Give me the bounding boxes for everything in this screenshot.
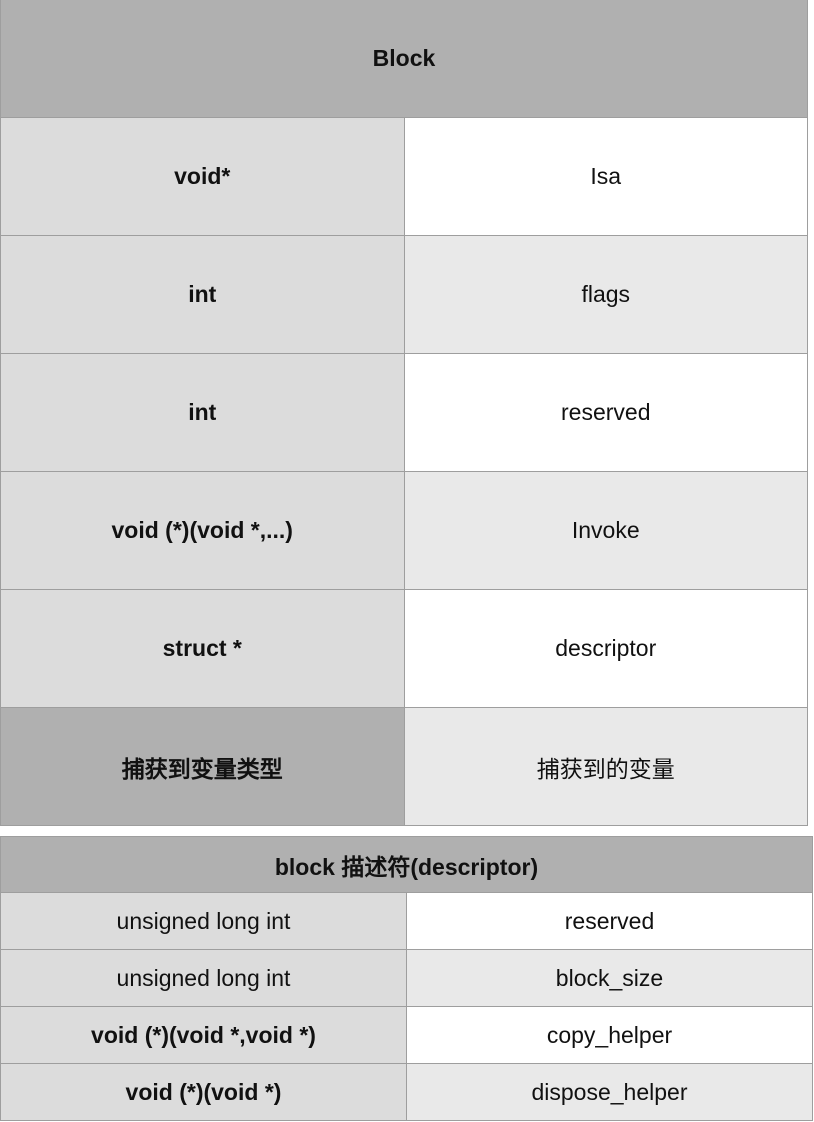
descriptor-struct-table: block 描述符(descriptor) unsigned long int … [0, 836, 813, 1121]
field-type-cell: int [0, 235, 405, 354]
field-type-cell: void* [0, 117, 405, 236]
field-name-cell: copy_helper [406, 1006, 813, 1064]
table-row: unsigned long int reserved [0, 892, 813, 950]
table-row: 捕获到变量类型 捕获到的变量 [0, 707, 808, 826]
block-table-header-row: Block [0, 0, 808, 118]
field-name-cell: Invoke [403, 471, 808, 590]
block-table-title: Block [0, 0, 808, 118]
field-name-cell: Isa [403, 117, 808, 236]
table-row: int flags [0, 235, 808, 354]
field-name-cell: flags [403, 235, 808, 354]
field-type-cell: struct * [0, 589, 405, 708]
field-name-cell: block_size [406, 949, 813, 1007]
table-row: int reserved [0, 353, 808, 472]
table-row: void* Isa [0, 117, 808, 236]
descriptor-table-title: block 描述符(descriptor) [0, 836, 813, 893]
field-name-cell: dispose_helper [406, 1063, 813, 1121]
block-struct-table: Block void* Isa int flags int reserved v… [0, 0, 808, 826]
table-row: unsigned long int block_size [0, 949, 813, 1007]
field-type-cell: 捕获到变量类型 [0, 707, 405, 826]
field-type-cell: unsigned long int [0, 892, 407, 950]
field-name-cell: descriptor [403, 589, 808, 708]
descriptor-table-header-row: block 描述符(descriptor) [0, 836, 813, 893]
field-type-cell: void (*)(void *,void *) [0, 1006, 407, 1064]
field-type-cell: int [0, 353, 405, 472]
table-row: struct * descriptor [0, 589, 808, 708]
field-name-cell: reserved [403, 353, 808, 472]
table-row: void (*)(void *,...) Invoke [0, 471, 808, 590]
field-type-cell: void (*)(void *,...) [0, 471, 405, 590]
table-row: void (*)(void *) dispose_helper [0, 1063, 813, 1121]
table-row: void (*)(void *,void *) copy_helper [0, 1006, 813, 1064]
field-name-cell: reserved [406, 892, 813, 950]
field-type-cell: unsigned long int [0, 949, 407, 1007]
field-name-cell: 捕获到的变量 [403, 707, 808, 826]
field-type-cell: void (*)(void *) [0, 1063, 407, 1121]
